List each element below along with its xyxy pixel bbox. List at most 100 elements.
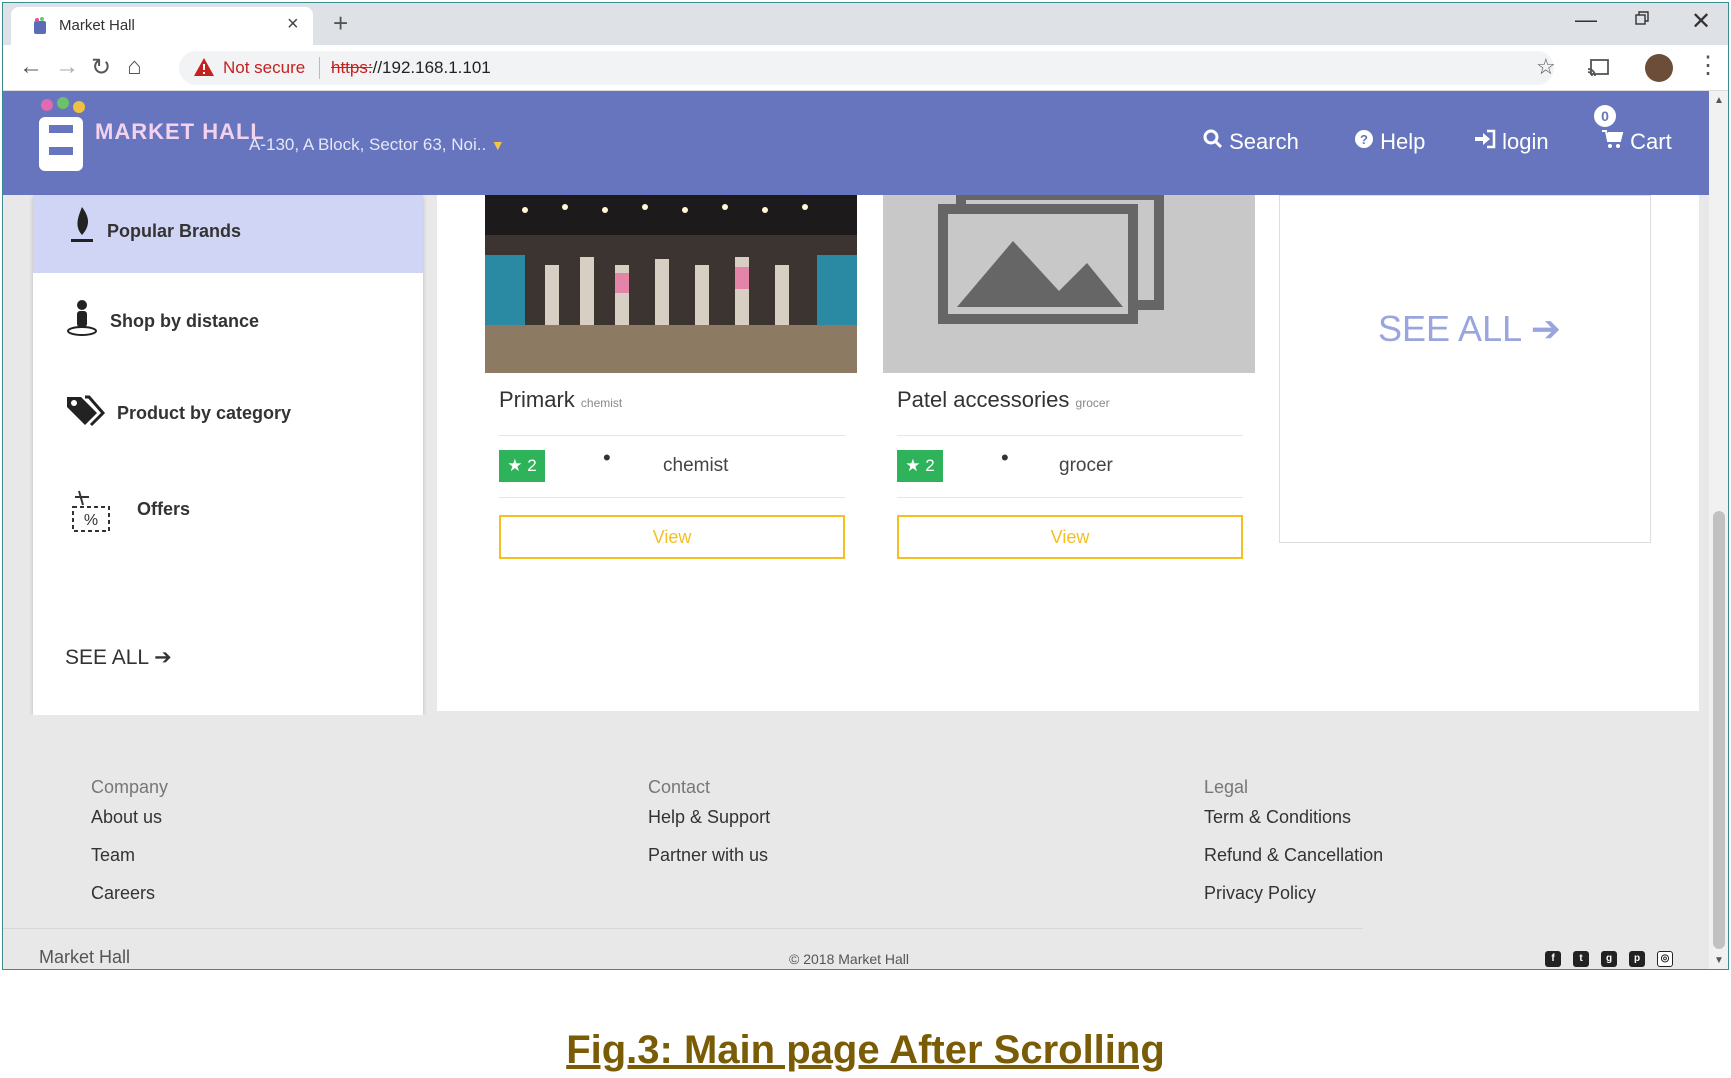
shop-category-tag: grocer [1075, 396, 1110, 410]
nav-cart[interactable]: Cart [1602, 129, 1672, 155]
cast-icon[interactable] [1587, 59, 1609, 77]
footer-link-about[interactable]: About us [91, 807, 162, 828]
sidebar-item-label: Shop by distance [110, 311, 260, 331]
sidebar: Popular Brands Shop by distance Product … [33, 195, 423, 715]
url-text: https://192.168.1.101 [331, 58, 491, 78]
divider [897, 435, 1243, 436]
scroll-up-icon[interactable]: ▲ [1714, 95, 1724, 106]
divider [897, 497, 1243, 498]
location-text: A-130, A Block, Sector 63, Noi.. [249, 135, 487, 154]
page-body: Popular Brands Shop by distance Product … [3, 195, 1709, 969]
see-all-card[interactable]: SEE ALL ➔ [1279, 195, 1651, 543]
sidebar-item-product-by-category[interactable]: Product by category [33, 385, 423, 445]
home-icon[interactable]: ⌂ [127, 53, 142, 81]
profile-avatar[interactable] [1645, 54, 1673, 82]
footer-heading-contact: Contact [648, 777, 711, 797]
view-shop-button[interactable]: View [499, 515, 845, 559]
url-scheme: https: [331, 58, 373, 77]
new-tab-button[interactable]: + [333, 8, 348, 39]
footer-link-terms[interactable]: Term & Conditions [1204, 807, 1351, 828]
footer-link-privacy[interactable]: Privacy Policy [1204, 883, 1316, 904]
warning-icon [194, 58, 214, 76]
shop-name[interactable]: Patel accessories grocer [897, 387, 1110, 413]
scroll-thumb[interactable] [1713, 511, 1725, 949]
brand-name[interactable]: MARKET HALL [95, 119, 265, 145]
reload-icon[interactable]: ↻ [91, 53, 111, 82]
nav-cart-label: Cart [1630, 129, 1672, 154]
shop-category: chemist [663, 455, 729, 476]
minimize-icon[interactable]: — [1575, 7, 1597, 33]
nav-help-label: Help [1380, 129, 1426, 154]
tab-title: Market Hall [59, 17, 135, 34]
flame-icon [71, 207, 93, 242]
footer-brand: Market Hall [39, 947, 131, 967]
svg-text:%: % [84, 512, 98, 529]
google-plus-icon[interactable]: g [1601, 951, 1617, 967]
shop-category-tag: chemist [580, 396, 623, 410]
footer: Company About us Team Careers Contact He… [3, 715, 1709, 969]
nav-help[interactable]: ? Help [1354, 129, 1425, 155]
browser-window: Market Hall × + — ✕ ← → ↻ ⌂ Not secure h… [2, 2, 1729, 970]
logo-icon[interactable] [33, 95, 93, 175]
footer-copyright: © 2018 Market Hall [789, 951, 910, 967]
sidebar-see-all-label: SEE ALL [65, 646, 149, 669]
scroll-down-icon[interactable]: ▼ [1714, 955, 1724, 966]
rating-badge: ★ 2 [897, 450, 943, 482]
sidebar-item-label: Offers [137, 499, 191, 519]
browser-tab[interactable]: Market Hall × [11, 7, 313, 45]
divider [499, 435, 845, 436]
window-close-icon[interactable]: ✕ [1691, 7, 1711, 36]
nav-login[interactable]: login [1474, 129, 1549, 155]
search-icon [1203, 129, 1223, 149]
twitter-icon[interactable]: t [1573, 951, 1589, 967]
address-bar[interactable]: Not secure https://192.168.1.101 ☆ [179, 51, 1556, 85]
sidebar-item-label: Product by category [117, 403, 292, 423]
more-menu-icon[interactable]: ⋮ [1696, 51, 1720, 80]
footer-divider [3, 928, 1363, 929]
nav-login-label: login [1502, 129, 1549, 154]
back-icon[interactable]: ← [19, 53, 43, 81]
sidebar-item-label: Popular Brands [107, 221, 242, 241]
pinterest-icon[interactable]: p [1629, 951, 1645, 967]
shop-name-text: Primark [499, 387, 575, 412]
footer-heading-company: Company [91, 777, 169, 797]
cart-count-badge: 0 [1594, 105, 1616, 127]
cart-icon [1602, 130, 1624, 148]
divider [499, 497, 845, 498]
instagram-icon[interactable]: ◎ [1657, 951, 1673, 967]
footer-link-partner[interactable]: Partner with us [648, 845, 768, 866]
footer-link-careers[interactable]: Careers [91, 883, 155, 904]
location-selector[interactable]: A-130, A Block, Sector 63, Noi.. ▼ [249, 135, 505, 155]
tab-close-icon[interactable]: × [287, 13, 299, 36]
see-all-link[interactable]: SEE ALL ➔ [1378, 308, 1561, 350]
footer-link-team[interactable]: Team [91, 845, 135, 866]
shop-image[interactable] [485, 195, 857, 373]
sidebar-item-offers[interactable]: % Offers [33, 481, 423, 541]
restore-icon[interactable] [1635, 11, 1649, 25]
placeholder-image-icon[interactable] [883, 195, 1255, 373]
rating-badge: ★ 2 [499, 450, 545, 482]
sidebar-item-popular-brands[interactable]: Popular Brands [33, 195, 423, 273]
see-all-label: SEE ALL [1378, 308, 1521, 349]
tags-icon [67, 395, 105, 427]
shop-category: grocer [1059, 455, 1113, 476]
chevron-down-icon: ▼ [490, 137, 505, 153]
footer-heading-legal: Legal [1204, 777, 1249, 797]
site-header: MARKET HALL A-130, A Block, Sector 63, N… [3, 91, 1709, 195]
footer-link-refund[interactable]: Refund & Cancellation [1204, 845, 1383, 866]
bookmark-star-icon[interactable]: ☆ [1536, 54, 1556, 80]
page-scrollbar[interactable]: ▲ ▼ [1709, 91, 1728, 969]
sidebar-see-all-link[interactable]: SEE ALL ➔ [65, 645, 172, 670]
view-shop-button[interactable]: View [897, 515, 1243, 559]
nav-search[interactable]: Search [1203, 129, 1299, 155]
figure-caption: Fig.3: Main page After Scrolling [566, 1028, 1165, 1072]
discount-icon: % [72, 490, 110, 532]
shop-name[interactable]: Primark chemist [499, 387, 622, 413]
rating-value: 2 [527, 456, 537, 475]
browser-toolbar: ← → ↻ ⌂ Not secure https://192.168.1.101… [3, 45, 1728, 91]
arrow-right-icon: ➔ [154, 646, 172, 669]
forward-icon[interactable]: → [55, 53, 79, 81]
footer-link-help-support[interactable]: Help & Support [648, 807, 770, 828]
sidebar-item-shop-by-distance[interactable]: Shop by distance [33, 293, 423, 353]
facebook-icon[interactable]: f [1545, 951, 1561, 967]
